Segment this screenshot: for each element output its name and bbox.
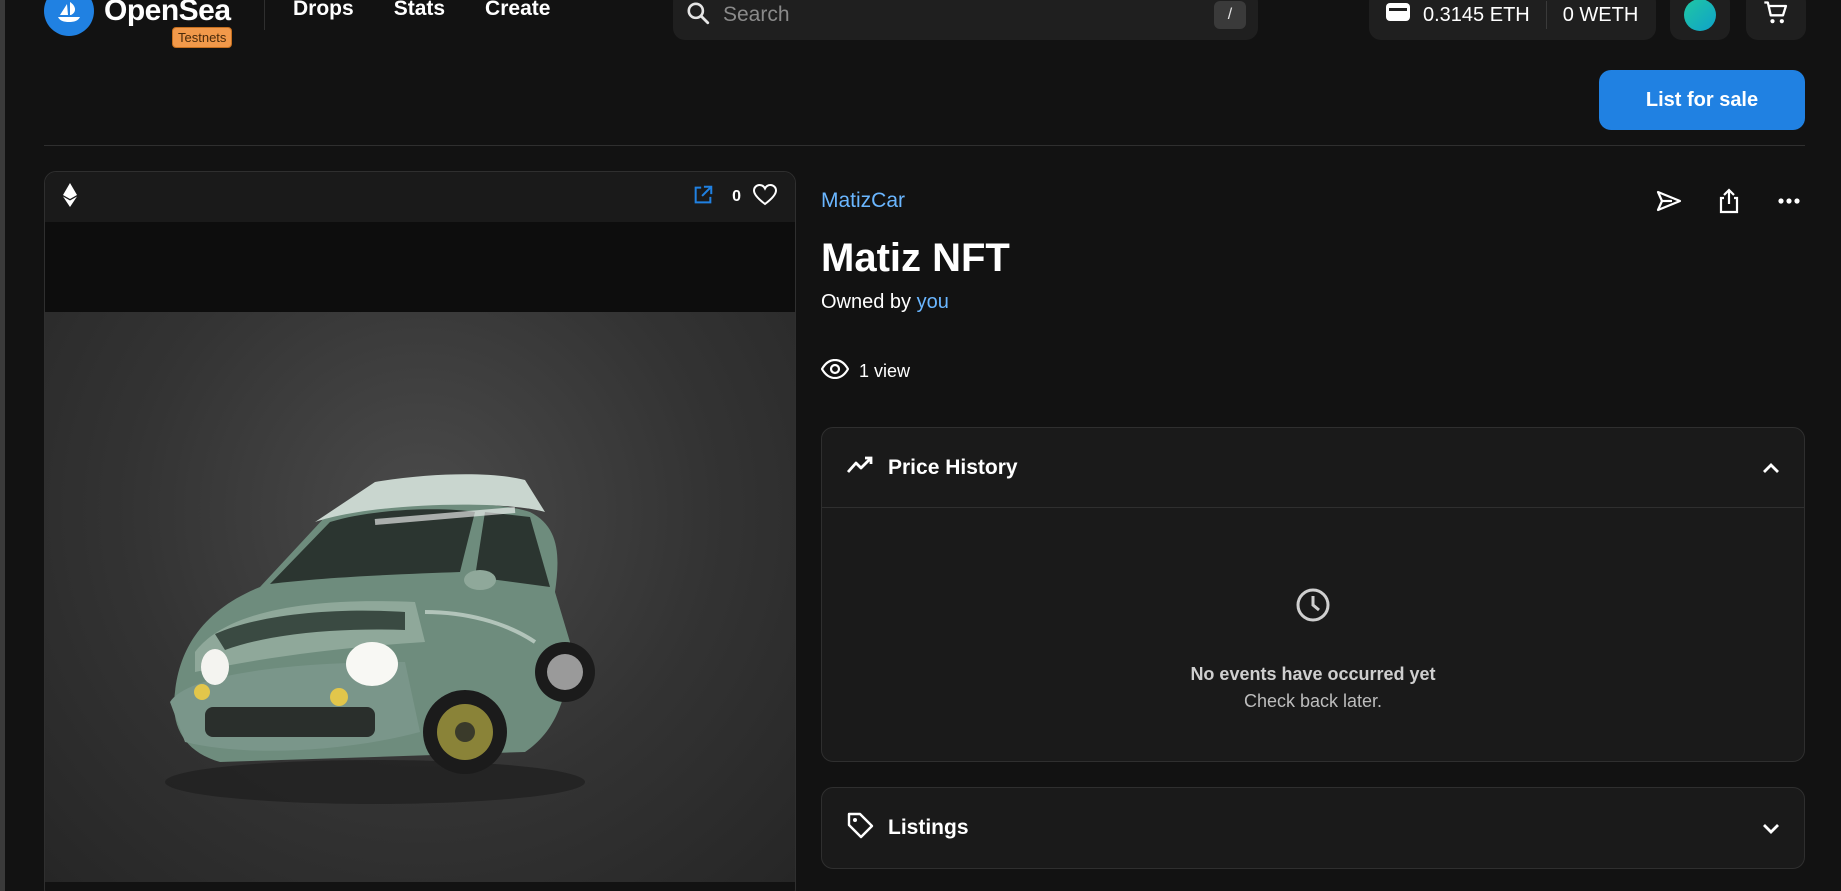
- nav-stats[interactable]: Stats: [394, 0, 445, 21]
- price-history-panel: Price History No events have occurred ye…: [821, 427, 1805, 762]
- clock-icon: [1295, 587, 1331, 628]
- owner-link[interactable]: you: [917, 291, 949, 313]
- nav-create[interactable]: Create: [485, 0, 550, 21]
- view-count: 1 view: [820, 358, 911, 384]
- owner-line: Owned by you: [821, 291, 949, 314]
- collection-link[interactable]: MatizCar: [821, 189, 905, 213]
- chevron-down-icon: [1762, 816, 1780, 840]
- empty-state-title: No events have occurred yet: [1190, 664, 1436, 684]
- empty-state-subtitle: Check back later.: [1243, 691, 1383, 711]
- eye-icon: [820, 358, 850, 384]
- profile-button[interactable]: [1670, 0, 1730, 40]
- top-header: OpenSea Testnets Drops Stats Create / 0.…: [0, 0, 1841, 50]
- tag-icon: [846, 811, 874, 845]
- heart-icon[interactable]: [752, 183, 778, 211]
- cart-button[interactable]: [1746, 0, 1806, 40]
- search-icon: [685, 0, 711, 31]
- send-icon: [1656, 190, 1682, 212]
- price-history-title: Price History: [888, 455, 1018, 479]
- nav-drops[interactable]: Drops: [293, 0, 354, 21]
- logo-text: OpenSea: [104, 0, 231, 27]
- listings-panel: Listings: [821, 787, 1805, 869]
- window-edge: [0, 0, 5, 891]
- testnets-badge: Testnets: [172, 27, 233, 48]
- avatar: [1684, 0, 1716, 31]
- listings-title: Listings: [888, 816, 969, 839]
- owned-by-label: Owned by: [821, 291, 912, 313]
- wallet-balance-button[interactable]: 0.3145 ETH 0 WETH: [1369, 0, 1656, 40]
- eth-balance: 0.3145 ETH: [1423, 3, 1530, 26]
- more-icon: [1778, 198, 1800, 204]
- search-bar: /: [673, 0, 1258, 40]
- share-icon: [1719, 188, 1739, 214]
- app-root: OpenSea Testnets Drops Stats Create / 0.…: [0, 0, 1841, 891]
- external-link-icon[interactable]: [692, 184, 714, 211]
- more-options-button[interactable]: [1773, 185, 1805, 217]
- weth-balance: 0 WETH: [1562, 3, 1639, 26]
- listings-toggle[interactable]: Listings: [822, 788, 1804, 868]
- search-input[interactable]: [723, 3, 1214, 27]
- page-title: Matiz NFT: [821, 236, 1010, 280]
- media-toolbar: 0: [45, 172, 795, 222]
- share-button[interactable]: [1713, 185, 1745, 217]
- search-shortcut-key: /: [1214, 1, 1246, 29]
- view-count-text: 1 view: [859, 361, 911, 381]
- trending-icon: [846, 455, 874, 481]
- list-for-sale-button[interactable]: List for sale: [1599, 70, 1805, 130]
- opensea-logo-icon: [44, 0, 94, 36]
- chevron-up-icon: [1762, 456, 1780, 480]
- item-actions: [1653, 185, 1805, 217]
- toolbar-divider: [44, 145, 1805, 146]
- wallet-divider: [1545, 1, 1547, 29]
- header-divider: [264, 0, 265, 30]
- price-history-body: No events have occurred yet Check back l…: [822, 508, 1804, 761]
- nft-image[interactable]: [45, 312, 795, 882]
- transfer-button[interactable]: [1653, 185, 1685, 217]
- main-nav: Drops Stats Create: [293, 0, 550, 21]
- cart-icon: [1762, 0, 1790, 32]
- ethereum-icon: [63, 182, 77, 212]
- nft-media-card: 0: [44, 171, 796, 891]
- price-history-toggle[interactable]: Price History: [822, 428, 1804, 508]
- media-letterbox: [45, 222, 795, 312]
- wallet-icon: [1385, 1, 1411, 29]
- favorite-count: 0: [732, 188, 741, 205]
